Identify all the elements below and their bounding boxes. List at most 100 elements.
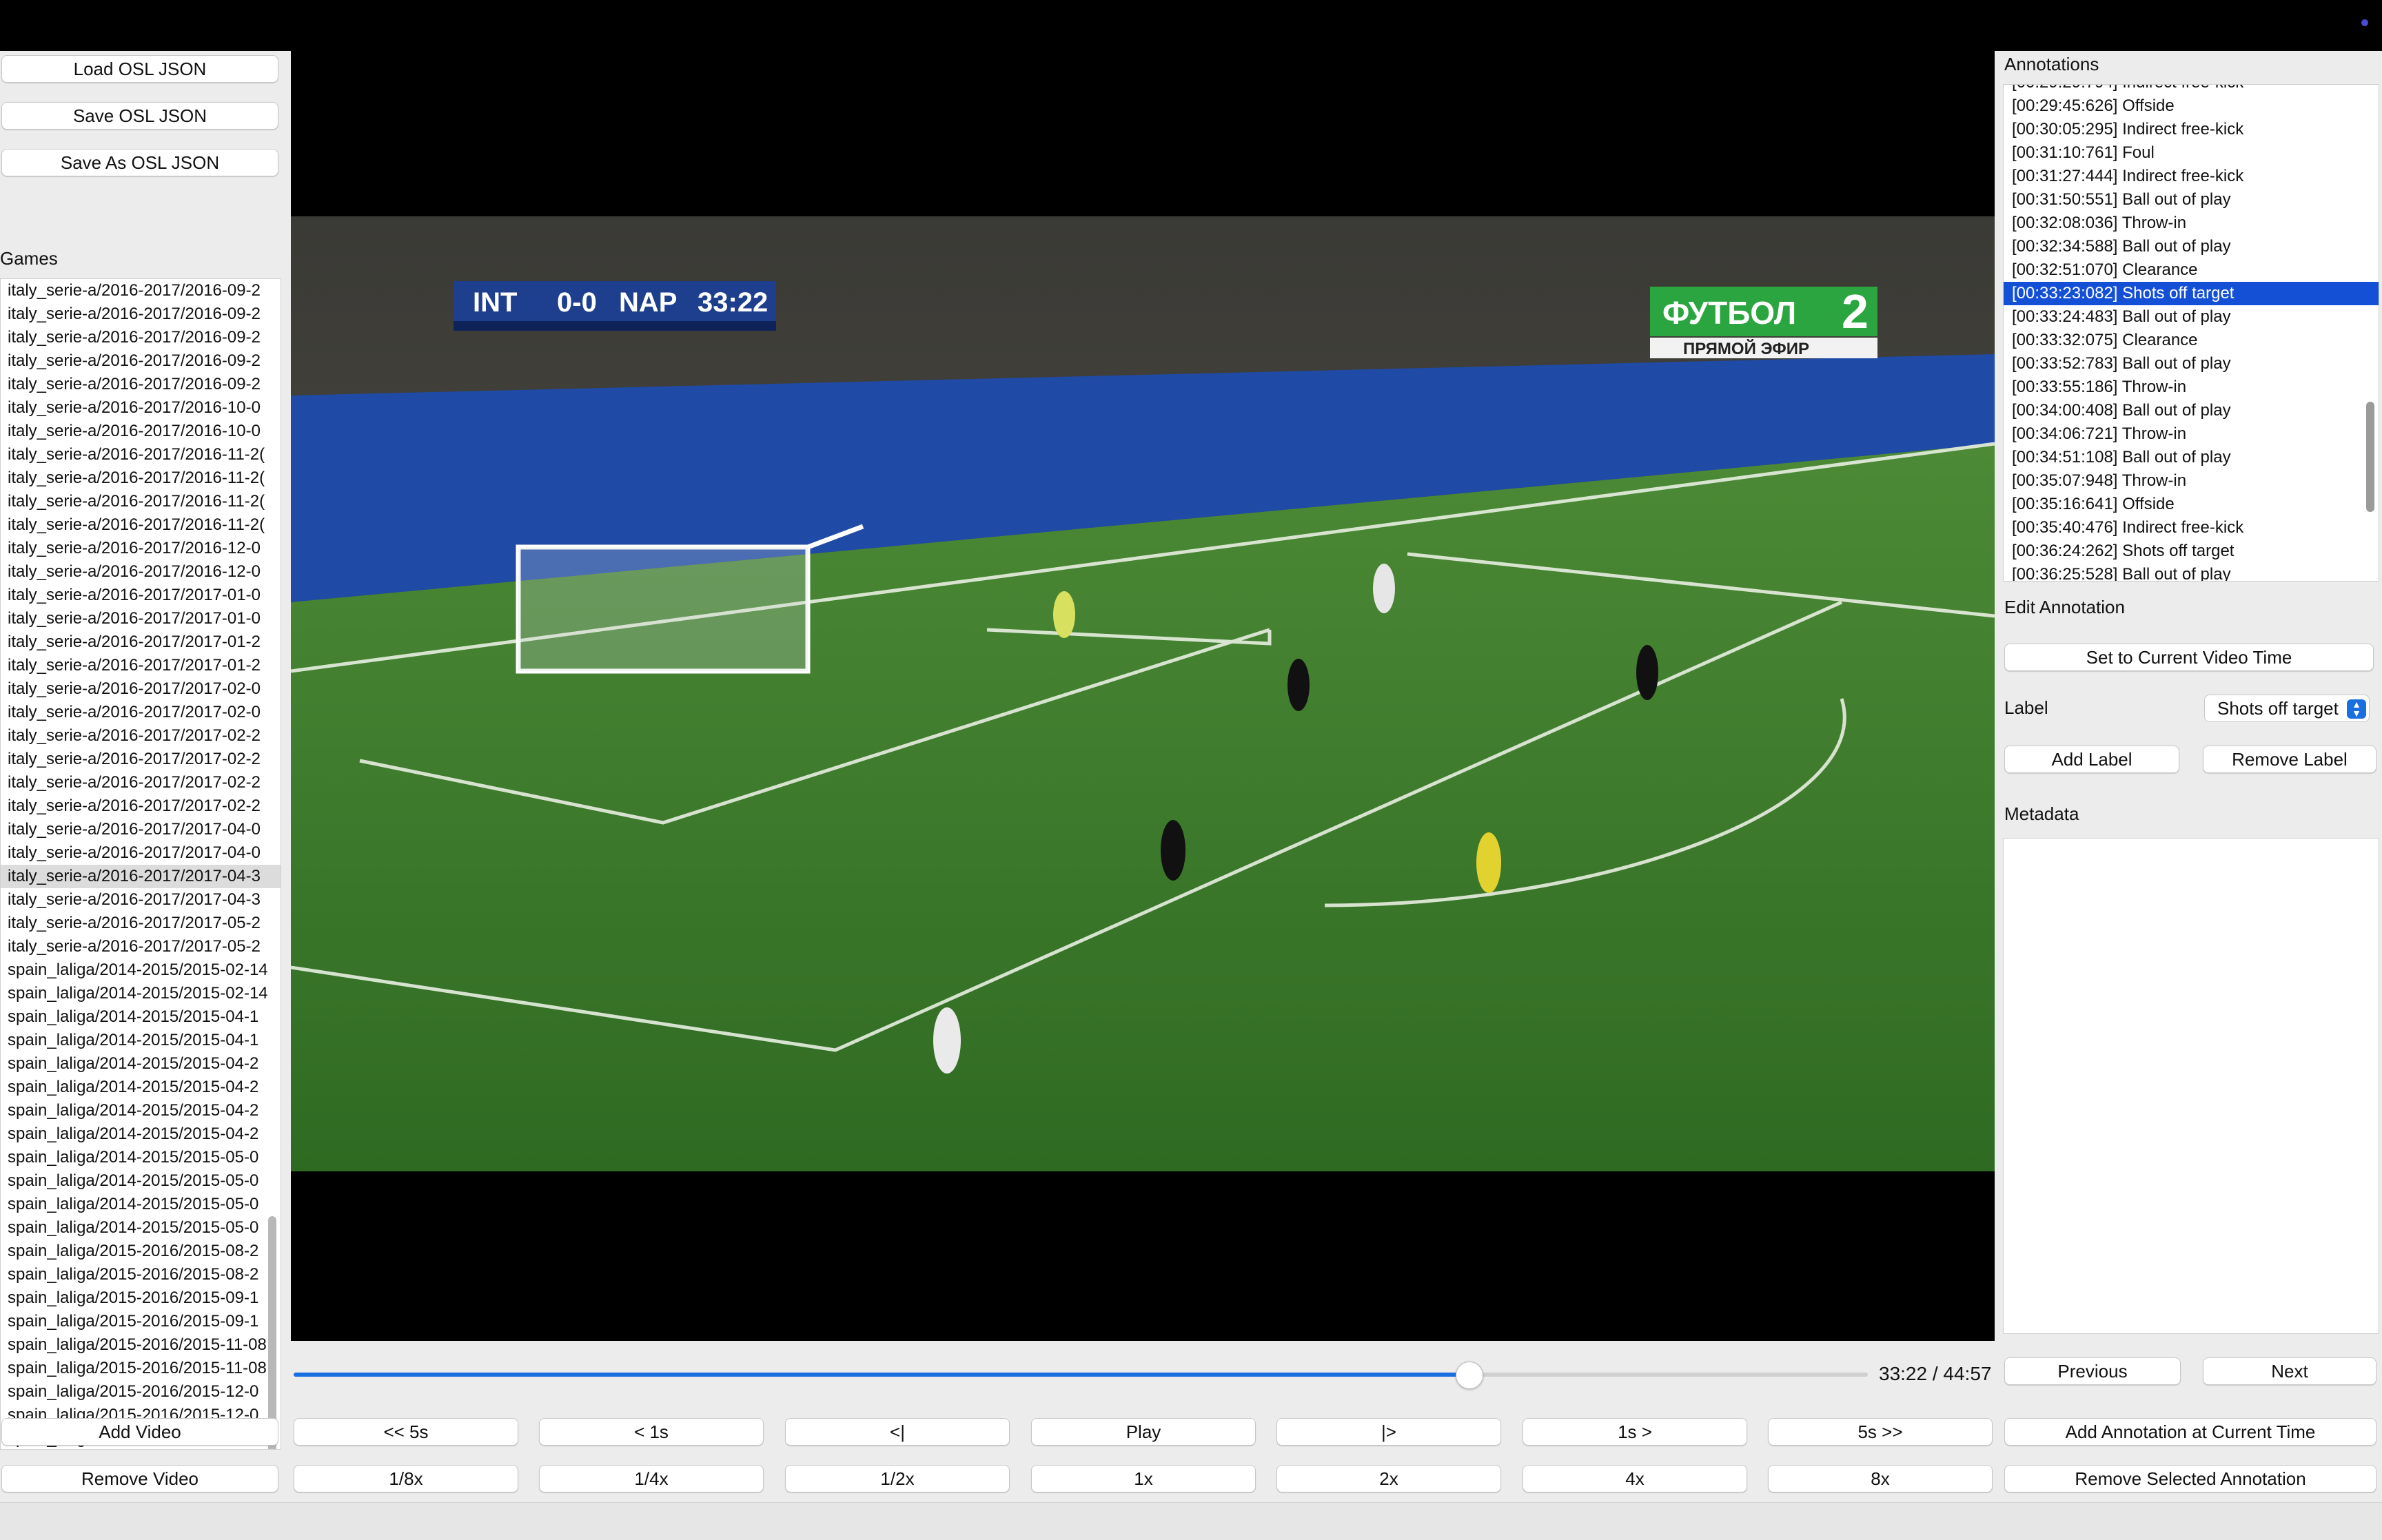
- game-list-item[interactable]: italy_serie-a/2016-2017/2017-02-2: [1, 724, 281, 748]
- timeline-slider[interactable]: [294, 1362, 1868, 1389]
- game-list-item[interactable]: spain_laliga/2015-2016/2015-08-2: [1, 1240, 281, 1263]
- game-list-item[interactable]: italy_serie-a/2016-2017/2016-11-2(: [1, 443, 281, 466]
- game-list-item[interactable]: spain_laliga/2014-2015/2015-05-0: [1, 1193, 281, 1216]
- add-video-button[interactable]: Add Video: [1, 1418, 278, 1446]
- game-list-item[interactable]: italy_serie-a/2016-2017/2017-02-2: [1, 771, 281, 794]
- metadata-field[interactable]: [2003, 838, 2379, 1334]
- annotation-list-item[interactable]: [00:32:51:070] Clearance: [2004, 258, 2379, 282]
- speed-button-3[interactable]: 1x: [1031, 1465, 1256, 1492]
- seek-button-2[interactable]: <|: [785, 1418, 1010, 1446]
- game-list-item[interactable]: spain_laliga/2014-2015/2015-04-2: [1, 1052, 281, 1076]
- annotations-scrollbar[interactable]: [2366, 402, 2374, 512]
- annotation-list-item[interactable]: [00:34:00:408] Ball out of play: [2004, 399, 2379, 422]
- annotation-list-item[interactable]: [00:29:29:794] Indirect free-kick: [2004, 85, 2379, 94]
- timeline-track[interactable]: [294, 1373, 1868, 1377]
- annotation-list-item[interactable]: [00:33:52:783] Ball out of play: [2004, 352, 2379, 376]
- annotation-list-item[interactable]: [00:36:25:528] Ball out of play: [2004, 563, 2379, 581]
- game-list-item[interactable]: spain_laliga/2015-2016/2015-08-2: [1, 1263, 281, 1286]
- game-list-item[interactable]: italy_serie-a/2016-2017/2017-04-3: [1, 888, 281, 912]
- remove-video-button[interactable]: Remove Video: [1, 1465, 278, 1492]
- game-list-item[interactable]: italy_serie-a/2016-2017/2017-05-2: [1, 935, 281, 958]
- annotation-list-item[interactable]: [00:35:40:476] Indirect free-kick: [2004, 516, 2379, 540]
- save-osl-json-button[interactable]: Save OSL JSON: [1, 102, 278, 130]
- timeline-knob[interactable]: [1456, 1362, 1483, 1389]
- game-list-item[interactable]: italy_serie-a/2016-2017/2016-09-2: [1, 326, 281, 349]
- game-list-item[interactable]: italy_serie-a/2016-2017/2016-11-2(: [1, 513, 281, 537]
- game-list-item[interactable]: spain_laliga/2015-2016/2015-09-1: [1, 1310, 281, 1333]
- annotation-list-item[interactable]: [00:32:08:036] Throw-in: [2004, 212, 2379, 235]
- game-list-item[interactable]: italy_serie-a/2016-2017/2016-09-2: [1, 302, 281, 326]
- game-list-item[interactable]: spain_laliga/2015-2016/2015-12-0: [1, 1380, 281, 1404]
- game-list-item[interactable]: spain_laliga/2015-2016/2015-11-08: [1, 1357, 281, 1380]
- game-list-item[interactable]: italy_serie-a/2016-2017/2017-02-2: [1, 748, 281, 771]
- seek-button-4[interactable]: |>: [1276, 1418, 1501, 1446]
- game-list-item[interactable]: italy_serie-a/2016-2017/2017-02-0: [1, 701, 281, 724]
- game-list-item[interactable]: italy_serie-a/2016-2017/2016-10-0: [1, 396, 281, 420]
- annotation-list-item[interactable]: [00:30:05:295] Indirect free-kick: [2004, 118, 2379, 141]
- seek-button-3[interactable]: Play: [1031, 1418, 1256, 1446]
- game-list-item[interactable]: spain_laliga/2014-2015/2015-05-0: [1, 1146, 281, 1169]
- game-list-item[interactable]: italy_serie-a/2016-2017/2016-11-2(: [1, 490, 281, 513]
- game-list-item[interactable]: italy_serie-a/2016-2017/2017-02-2: [1, 794, 281, 818]
- game-list-item[interactable]: spain_laliga/2014-2015/2015-04-1: [1, 1005, 281, 1029]
- game-list-item[interactable]: italy_serie-a/2016-2017/2017-04-0: [1, 841, 281, 865]
- annotation-list-item[interactable]: [00:35:16:641] Offside: [2004, 493, 2379, 516]
- save-as-osl-json-button[interactable]: Save As OSL JSON: [1, 149, 278, 176]
- annotation-list-item[interactable]: [00:35:07:948] Throw-in: [2004, 469, 2379, 493]
- game-list-item[interactable]: italy_serie-a/2016-2017/2017-04-3: [1, 865, 281, 888]
- annotations-list[interactable]: [00:29:29:794] Indirect free-kick[00:29:…: [2003, 84, 2379, 582]
- game-list-item[interactable]: italy_serie-a/2016-2017/2017-01-0: [1, 584, 281, 607]
- annotation-list-item[interactable]: [00:31:50:551] Ball out of play: [2004, 188, 2379, 212]
- speed-button-0[interactable]: 1/8x: [294, 1465, 518, 1492]
- game-list-item[interactable]: spain_laliga/2014-2015/2015-02-14: [1, 958, 281, 982]
- annotation-list-item[interactable]: [00:34:06:721] Throw-in: [2004, 422, 2379, 446]
- next-button[interactable]: Next: [2203, 1357, 2376, 1385]
- seek-button-1[interactable]: < 1s: [539, 1418, 764, 1446]
- annotation-list-item[interactable]: [00:34:51:108] Ball out of play: [2004, 446, 2379, 469]
- add-annotation-button[interactable]: Add Annotation at Current Time: [2004, 1418, 2376, 1446]
- speed-button-1[interactable]: 1/4x: [539, 1465, 764, 1492]
- annotation-list-item[interactable]: [00:33:23:082] Shots off target: [2004, 282, 2379, 305]
- game-list-item[interactable]: italy_serie-a/2016-2017/2016-09-2: [1, 373, 281, 396]
- game-list-item[interactable]: italy_serie-a/2016-2017/2016-12-0: [1, 537, 281, 560]
- annotation-list-item[interactable]: [00:33:55:186] Throw-in: [2004, 376, 2379, 399]
- game-list-item[interactable]: italy_serie-a/2016-2017/2016-12-0: [1, 560, 281, 584]
- game-list-item[interactable]: italy_serie-a/2016-2017/2016-10-0: [1, 420, 281, 443]
- game-list-item[interactable]: italy_serie-a/2016-2017/2017-01-2: [1, 630, 281, 654]
- games-list[interactable]: italy_serie-a/2016-2017/2016-09-2 italy_s…: [0, 278, 281, 1450]
- game-list-item[interactable]: spain_laliga/2014-2015/2015-04-2: [1, 1099, 281, 1122]
- remove-selected-annotation-button[interactable]: Remove Selected Annotation: [2004, 1465, 2376, 1492]
- set-current-time-button[interactable]: Set to Current Video Time: [2004, 644, 2374, 671]
- seek-button-5[interactable]: 1s >: [1523, 1418, 1747, 1446]
- annotation-list-item[interactable]: [00:31:27:444] Indirect free-kick: [2004, 165, 2379, 188]
- game-list-item[interactable]: spain_laliga/2014-2015/2015-04-2: [1, 1122, 281, 1146]
- game-list-item[interactable]: spain_laliga/2014-2015/2015-02-14: [1, 982, 281, 1005]
- speed-button-5[interactable]: 4x: [1523, 1465, 1747, 1492]
- annotation-list-item[interactable]: [00:33:24:483] Ball out of play: [2004, 305, 2379, 329]
- game-list-item[interactable]: italy_serie-a/2016-2017/2017-05-2: [1, 912, 281, 935]
- remove-label-button[interactable]: Remove Label: [2203, 746, 2376, 773]
- game-list-item[interactable]: italy_serie-a/2016-2017/2017-02-0: [1, 677, 281, 701]
- annotation-list-item[interactable]: [00:36:24:262] Shots off target: [2004, 540, 2379, 563]
- game-list-item[interactable]: italy_serie-a/2016-2017/2017-01-2: [1, 654, 281, 677]
- label-select[interactable]: Shots off target ▲ ▼: [2204, 695, 2370, 722]
- annotation-list-item[interactable]: [00:33:32:075] Clearance: [2004, 329, 2379, 352]
- speed-button-4[interactable]: 2x: [1276, 1465, 1501, 1492]
- annotation-list-item[interactable]: [00:29:45:626] Offside: [2004, 94, 2379, 118]
- previous-button[interactable]: Previous: [2004, 1357, 2181, 1385]
- speed-button-2[interactable]: 1/2x: [785, 1465, 1010, 1492]
- seek-button-0[interactable]: << 5s: [294, 1418, 518, 1446]
- annotation-list-item[interactable]: [00:31:10:761] Foul: [2004, 141, 2379, 165]
- seek-button-6[interactable]: 5s >>: [1768, 1418, 1993, 1446]
- game-list-item[interactable]: spain_laliga/2014-2015/2015-04-1: [1, 1029, 281, 1052]
- game-list-item[interactable]: spain_laliga/2014-2015/2015-05-0: [1, 1169, 281, 1193]
- game-list-item[interactable]: italy_serie-a/2016-2017/2017-04-0: [1, 818, 281, 841]
- game-list-item[interactable]: spain_laliga/2014-2015/2015-04-2: [1, 1076, 281, 1099]
- load-osl-json-button[interactable]: Load OSL JSON: [1, 55, 278, 83]
- game-list-item[interactable]: spain_laliga/2015-2016/2015-11-08: [1, 1333, 281, 1357]
- game-list-item[interactable]: italy_serie-a/2016-2017/2017-01-0: [1, 607, 281, 630]
- game-list-item[interactable]: spain_laliga/2015-2016/2015-09-1: [1, 1286, 281, 1310]
- annotation-list-item[interactable]: [00:32:34:588] Ball out of play: [2004, 235, 2379, 258]
- game-list-item[interactable]: italy_serie-a/2016-2017/2016-09-2: [1, 279, 281, 302]
- game-list-item[interactable]: italy_serie-a/2016-2017/2016-09-2: [1, 349, 281, 373]
